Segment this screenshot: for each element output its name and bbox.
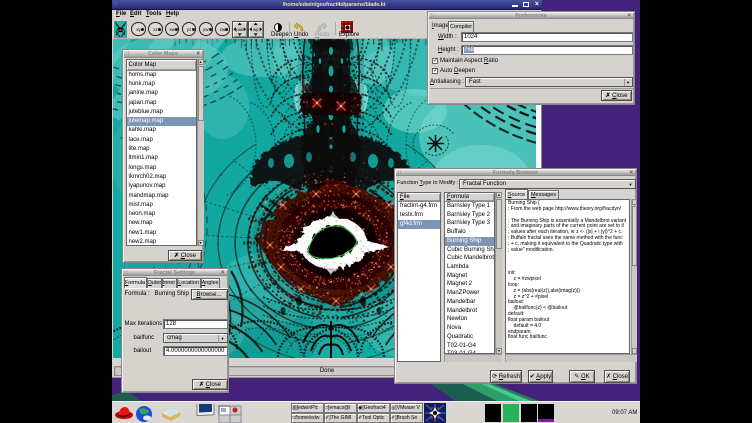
svg-text:pan: pan	[236, 27, 244, 32]
svg-text:wp: wp	[253, 27, 259, 32]
